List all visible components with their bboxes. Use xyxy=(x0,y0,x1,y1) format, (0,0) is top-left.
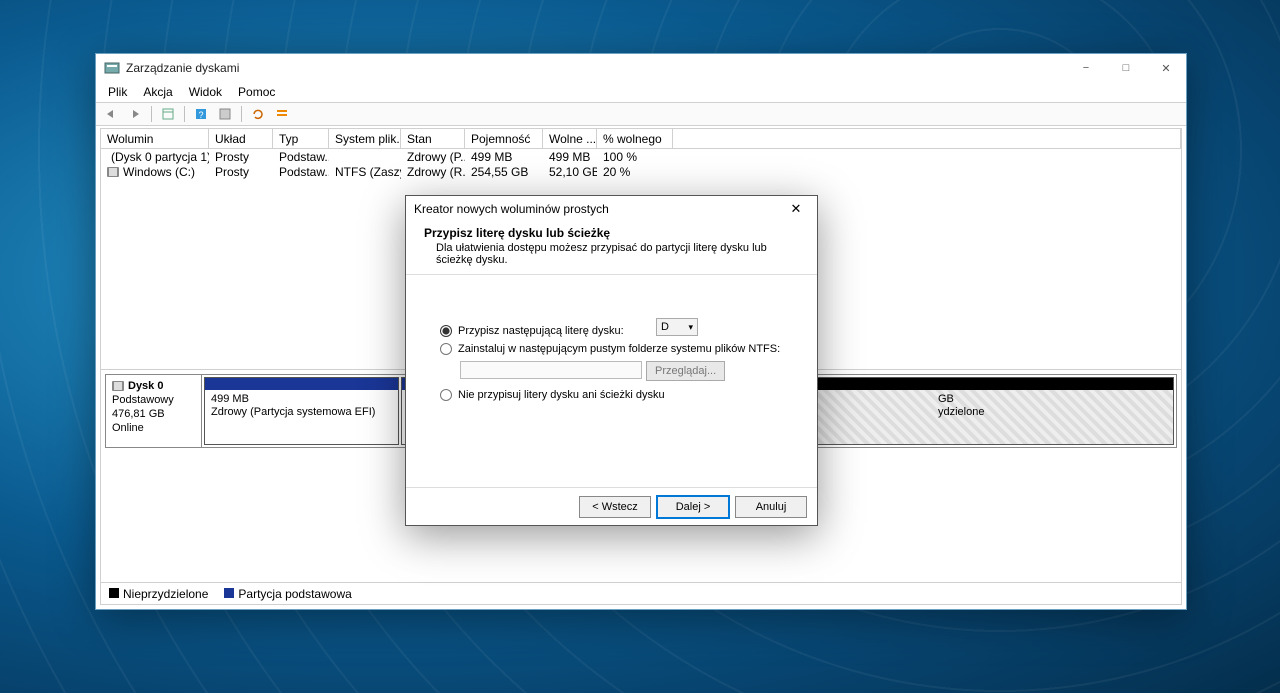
legend-primary-swatch xyxy=(224,588,234,598)
volume-icon xyxy=(107,167,119,177)
disk-info: Dysk 0 Podstawowy 476,81 GB Online xyxy=(106,375,202,447)
title-bar[interactable]: Zarządzanie dyskami − □ ✕ xyxy=(96,54,1186,82)
radio-no-assign[interactable] xyxy=(440,389,452,401)
menu-bar: Plik Akcja Widok Pomoc xyxy=(96,82,1186,102)
dialog-body: Przypisz następującą literę dysku: Zains… xyxy=(406,275,817,487)
help-icon[interactable]: ? xyxy=(190,104,212,124)
table-header: Wolumin Układ Typ System plik... Stan Po… xyxy=(101,129,1181,149)
browse-button: Przeglądaj... xyxy=(646,361,725,381)
dialog-titlebar[interactable]: Kreator nowych woluminów prostych ✕ xyxy=(406,196,817,222)
col-layout[interactable]: Układ xyxy=(209,129,273,148)
dialog-heading: Przypisz literę dysku lub ścieżkę xyxy=(424,226,799,240)
label-no-assign: Nie przypisuj litery dysku ani ścieżki d… xyxy=(458,389,665,401)
legend: Nieprzydzielone Partycja podstawowa xyxy=(101,582,1181,604)
col-free[interactable]: Wolne ... xyxy=(543,129,597,148)
mount-path-input xyxy=(460,361,642,379)
table-row[interactable]: Windows (C:) Prosty Podstaw... NTFS (Zas… xyxy=(101,164,1181,179)
toolbar-action-icon[interactable] xyxy=(157,104,179,124)
dialog-close-button[interactable]: ✕ xyxy=(783,199,809,219)
toolbar-icon[interactable] xyxy=(214,104,236,124)
back-button[interactable] xyxy=(100,104,122,124)
table-row[interactable]: (Dysk 0 partycja 1) Prosty Podstaw... Zd… xyxy=(101,149,1181,164)
col-fs[interactable]: System plik... xyxy=(329,129,401,148)
table-body: (Dysk 0 partycja 1) Prosty Podstaw... Zd… xyxy=(101,149,1181,179)
new-volume-wizard-dialog: Kreator nowych woluminów prostych ✕ Przy… xyxy=(405,195,818,526)
menu-help[interactable]: Pomoc xyxy=(232,84,281,100)
dialog-header: Przypisz literę dysku lub ścieżkę Dla uł… xyxy=(406,222,817,275)
maximize-button[interactable]: □ xyxy=(1106,54,1146,82)
next-button[interactable]: Dalej > xyxy=(657,496,729,518)
disk-icon xyxy=(112,381,124,391)
col-type[interactable]: Typ xyxy=(273,129,329,148)
back-button[interactable]: < Wstecz xyxy=(579,496,651,518)
col-pctfree[interactable]: % wolnego xyxy=(597,129,673,148)
cancel-button[interactable]: Anuluj xyxy=(735,496,807,518)
dialog-title: Kreator nowych woluminów prostych xyxy=(414,202,783,216)
partition-efi[interactable]: 499 MB Zdrowy (Partycja systemowa EFI) xyxy=(204,377,399,445)
col-empty xyxy=(673,129,1181,148)
list-icon[interactable] xyxy=(271,104,293,124)
col-status[interactable]: Stan xyxy=(401,129,465,148)
radio-mount-folder[interactable] xyxy=(440,343,452,355)
label-mount-folder: Zainstaluj w następującym pustym folderz… xyxy=(458,343,780,355)
toolbar: ? xyxy=(96,102,1186,126)
app-icon xyxy=(104,60,120,76)
col-capacity[interactable]: Pojemność xyxy=(465,129,543,148)
col-volume[interactable]: Wolumin xyxy=(101,129,209,148)
refresh-icon[interactable] xyxy=(247,104,269,124)
menu-action[interactable]: Akcja xyxy=(137,84,178,100)
minimize-button[interactable]: − xyxy=(1066,54,1106,82)
dialog-subheading: Dla ułatwienia dostępu możesz przypisać … xyxy=(424,242,799,266)
window-title: Zarządzanie dyskami xyxy=(126,61,1066,75)
menu-view[interactable]: Widok xyxy=(183,84,228,100)
label-assign-letter: Przypisz następującą literę dysku: xyxy=(458,325,624,337)
dialog-button-row: < Wstecz Dalej > Anuluj xyxy=(406,487,817,525)
forward-button[interactable] xyxy=(124,104,146,124)
radio-assign-letter[interactable] xyxy=(440,325,452,337)
drive-letter-select[interactable]: D xyxy=(656,318,698,336)
menu-file[interactable]: Plik xyxy=(102,84,133,100)
legend-unallocated-swatch xyxy=(109,588,119,598)
close-button[interactable]: ✕ xyxy=(1146,54,1186,82)
svg-text:?: ? xyxy=(198,110,203,120)
